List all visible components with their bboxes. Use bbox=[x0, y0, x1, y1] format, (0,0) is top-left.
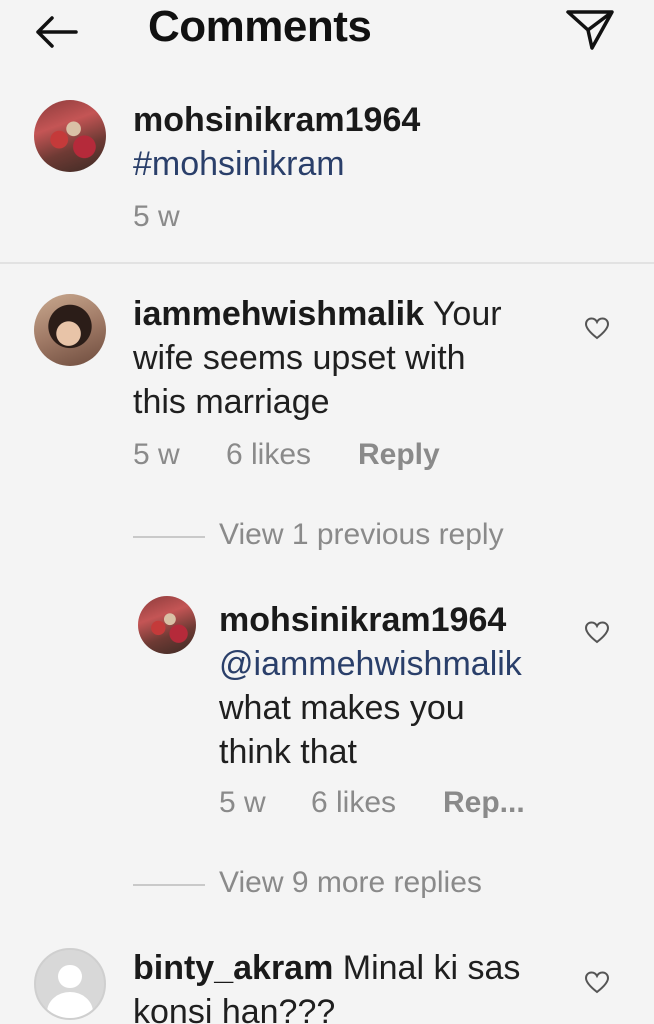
divider bbox=[133, 536, 205, 538]
reply-username[interactable]: mohsinikram1964 bbox=[219, 598, 506, 642]
likes-count[interactable]: 6 likes bbox=[226, 438, 311, 472]
comment-time: 5 w bbox=[133, 438, 180, 471]
heart-icon[interactable] bbox=[584, 970, 610, 996]
default-avatar-body bbox=[46, 992, 94, 1018]
reply-text-line: think that bbox=[219, 733, 357, 771]
divider bbox=[0, 262, 654, 264]
heart-icon[interactable] bbox=[584, 620, 610, 646]
page-title: Comments bbox=[148, 2, 372, 51]
reply-mention[interactable]: @iammehwishmalik bbox=[219, 642, 522, 686]
comment-text: iammehwishmalik Your bbox=[133, 295, 502, 333]
avatar[interactable] bbox=[34, 100, 106, 172]
paper-plane-icon[interactable] bbox=[564, 4, 616, 52]
caption-time: 5 w bbox=[133, 200, 180, 233]
comment-username[interactable]: iammehwishmalik bbox=[133, 295, 424, 333]
top-bar: Comments bbox=[0, 0, 654, 62]
avatar[interactable] bbox=[34, 948, 106, 1020]
view-more-replies[interactable]: View 9 more replies bbox=[219, 866, 482, 900]
avatar[interactable] bbox=[138, 596, 196, 654]
reply-button[interactable]: Rep... bbox=[443, 786, 525, 820]
likes-count[interactable]: 6 likes bbox=[311, 786, 396, 820]
caption-hashtag[interactable]: #mohsinikram bbox=[133, 142, 345, 186]
comment-text-line: this marriage bbox=[133, 383, 330, 421]
reply-time: 5 w bbox=[219, 786, 266, 819]
caption-username[interactable]: mohsinikram1964 bbox=[133, 98, 420, 142]
avatar[interactable] bbox=[34, 294, 106, 366]
comment-text-line: wife seems upset with bbox=[133, 339, 466, 377]
comment-username[interactable]: binty_akram bbox=[133, 949, 333, 987]
divider bbox=[133, 884, 205, 886]
reply-button[interactable]: Reply bbox=[358, 438, 440, 472]
view-previous-replies[interactable]: View 1 previous reply bbox=[219, 518, 504, 552]
comment-text: binty_akram Minal ki sas bbox=[133, 949, 521, 987]
comment-text-line: konsi han??? bbox=[133, 993, 336, 1024]
arrow-left-icon[interactable] bbox=[30, 10, 86, 54]
default-avatar-head bbox=[58, 964, 82, 989]
reply-text-line: what makes you bbox=[219, 689, 465, 727]
heart-icon[interactable] bbox=[584, 316, 610, 342]
